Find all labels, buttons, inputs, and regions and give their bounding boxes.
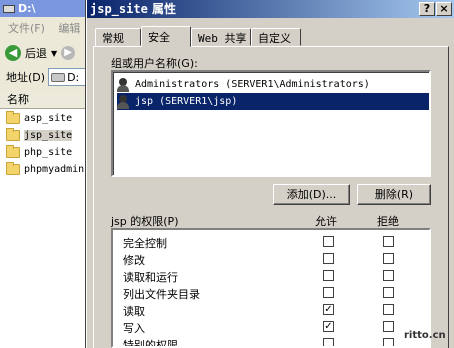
- menu-edit[interactable]: 编辑: [58, 22, 80, 35]
- folder-item-php-site[interactable]: php_site: [6, 144, 72, 160]
- allow-checkbox[interactable]: ✓: [323, 321, 334, 332]
- permission-name: 修改: [123, 254, 145, 267]
- address-input[interactable]: D:: [48, 68, 89, 86]
- forward-arrow-icon[interactable]: ▶: [61, 46, 76, 60]
- deny-checkbox[interactable]: [383, 304, 394, 315]
- watermark-text: ritto.cn: [404, 330, 446, 341]
- address-label: 地址(D): [6, 71, 46, 84]
- column-header-name[interactable]: 名称: [0, 92, 95, 109]
- allow-checkbox[interactable]: ✓: [323, 304, 334, 315]
- tab-security[interactable]: 安全: [141, 26, 191, 47]
- allow-checkbox[interactable]: [323, 287, 334, 298]
- folder-icon: [6, 144, 20, 158]
- back-arrow-icon[interactable]: ◀: [5, 45, 21, 61]
- folder-item-asp-site[interactable]: asp_site: [6, 110, 72, 126]
- remove-button[interactable]: 删除(R): [357, 184, 431, 205]
- user-row-jsp[interactable]: jsp (SERVER1\jsp): [117, 93, 429, 110]
- folder-icon: [6, 110, 20, 124]
- folder-item-phpmyadmin[interactable]: phpmyadmin: [6, 161, 84, 177]
- permissions-list: 完全控制修改读取和运行列出文件夹目录 读取 ✓ 写入 ✓ 特别的权限: [111, 228, 431, 348]
- permission-row: 特别的权限: [113, 335, 429, 348]
- group-user-label: 组或用户名称(G):: [111, 57, 198, 70]
- explorer-toolbar: ◀ 后退 ▼ ▶: [0, 42, 95, 64]
- permission-name: 写入: [123, 322, 145, 335]
- address-value: D:: [67, 70, 80, 84]
- permission-name: 完全控制: [123, 237, 167, 250]
- explorer-titlebar: D:\: [0, 0, 95, 17]
- back-button-label[interactable]: 后退: [25, 45, 47, 61]
- back-dropdown-icon[interactable]: ▼: [51, 49, 57, 58]
- permission-row: 完全控制: [113, 233, 429, 250]
- help-button[interactable]: ?: [419, 2, 435, 16]
- tab-custom[interactable]: 自定义: [251, 28, 301, 46]
- deny-checkbox[interactable]: [383, 253, 394, 264]
- allow-checkbox[interactable]: [323, 270, 334, 281]
- dialog-titlebar: jsp_site 属性: [87, 0, 454, 18]
- tab-general[interactable]: 常规: [95, 28, 141, 46]
- permission-row: 读取和运行: [113, 267, 429, 284]
- permissions-label: jsp 的权限(P): [111, 215, 179, 228]
- file-list: asp_site jsp_site php_site phpmyadmin: [0, 109, 95, 348]
- address-bar: 地址(D) D:: [0, 66, 95, 88]
- folder-item-jsp-site[interactable]: jsp_site: [6, 127, 73, 143]
- user-icon: [117, 94, 131, 109]
- user-row-administrators[interactable]: Administrators (SERVER1\Administrators): [117, 76, 429, 93]
- menu-file[interactable]: 文件(F): [8, 22, 45, 35]
- deny-header: 拒绝: [377, 215, 399, 228]
- permission-name: 读取: [123, 305, 145, 318]
- drive-icon: [51, 72, 66, 82]
- close-button[interactable]: ×: [436, 2, 452, 16]
- group-users-icon: [117, 77, 131, 92]
- deny-checkbox[interactable]: [383, 270, 394, 281]
- permission-row: 修改: [113, 250, 429, 267]
- explorer-menubar: 文件(F) 编辑: [0, 20, 95, 38]
- allow-checkbox[interactable]: [323, 253, 334, 264]
- deny-checkbox[interactable]: [383, 287, 394, 298]
- tab-web-sharing[interactable]: Web 共享: [191, 28, 251, 46]
- dialog-title-name: jsp_site: [90, 2, 148, 16]
- folder-icon: [6, 127, 20, 141]
- drive-title-icon: [3, 4, 15, 13]
- allow-checkbox[interactable]: [323, 236, 334, 247]
- add-button[interactable]: 添加(D)...: [273, 184, 350, 205]
- folder-icon: [6, 161, 20, 175]
- permission-row: 写入 ✓: [113, 318, 429, 335]
- allow-header: 允许: [315, 215, 337, 228]
- dialog-title-suffix: 属性: [151, 2, 176, 16]
- permission-name: 读取和运行: [123, 271, 178, 284]
- users-listbox[interactable]: Administrators (SERVER1\Administrators) …: [111, 70, 431, 177]
- permission-row: 读取 ✓: [113, 301, 429, 318]
- explorer-title: D:\: [18, 2, 36, 15]
- permission-name: 列出文件夹目录: [123, 288, 200, 301]
- deny-checkbox[interactable]: [383, 338, 394, 346]
- properties-dialog: jsp_site 属性 ? × 常规 安全 Web 共享 自定义 组或用户名称(…: [86, 0, 454, 348]
- allow-checkbox[interactable]: [323, 338, 334, 346]
- permission-row: 列出文件夹目录: [113, 284, 429, 301]
- explorer-window: D:\ 文件(F) 编辑 ◀ 后退 ▼ ▶ 地址(D) D: 名称 asp_si…: [0, 0, 95, 348]
- deny-checkbox[interactable]: [383, 321, 394, 332]
- permission-name: 特别的权限: [123, 339, 178, 348]
- deny-checkbox[interactable]: [383, 236, 394, 247]
